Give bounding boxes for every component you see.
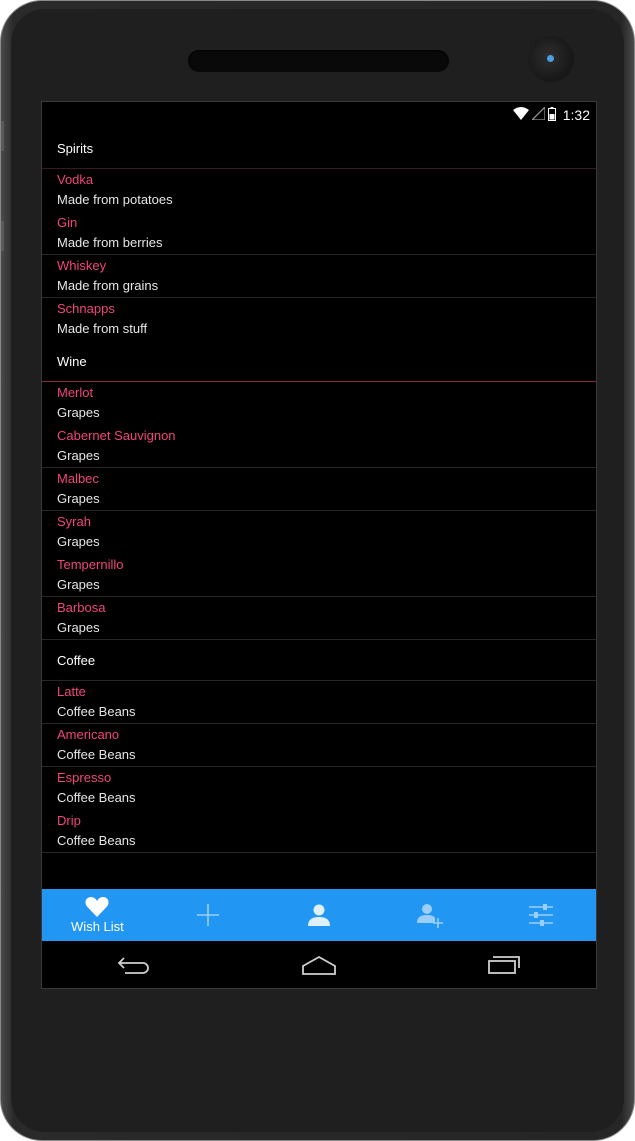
battery-icon (547, 106, 556, 124)
item-title: Malbec (57, 471, 99, 486)
drink-list[interactable]: Spirits Vodka Made from potatoes Gin Mad… (42, 128, 596, 853)
item-desc: Grapes (57, 534, 100, 549)
item-desc: Made from berries (57, 235, 163, 250)
volume-down-button (1, 221, 4, 251)
tab-add[interactable] (153, 889, 264, 941)
tab-profile[interactable] (264, 889, 375, 941)
item-title: Tempernillo (57, 557, 124, 572)
list-item[interactable]: Latte Coffee Beans (42, 681, 596, 724)
item-title: Syrah (57, 514, 91, 529)
item-title: Schnapps (57, 301, 115, 316)
item-title: Cabernet Sauvignon (57, 428, 176, 443)
item-title: Vodka (57, 172, 94, 187)
recents-icon (487, 955, 520, 974)
section-header-spirits: Spirits (42, 128, 596, 169)
item-title: Merlot (57, 385, 94, 400)
item-desc: Made from grains (57, 278, 159, 293)
item-desc: Grapes (57, 577, 100, 592)
status-bar: 1:32 (42, 102, 596, 128)
camera-lens (547, 55, 554, 62)
list-item[interactable]: Barbosa Grapes (42, 597, 596, 640)
item-desc: Coffee Beans (57, 790, 136, 805)
tab-settings[interactable] (485, 889, 596, 941)
status-time: 1:32 (562, 107, 590, 123)
earpiece-speaker (188, 50, 449, 72)
home-button[interactable] (279, 945, 359, 985)
recents-button[interactable] (464, 945, 544, 985)
list-item[interactable]: Drip Coffee Beans (42, 810, 596, 853)
list-item[interactable]: Americano Coffee Beans (42, 724, 596, 767)
item-title: Whiskey (57, 258, 107, 273)
item-title: Espresso (57, 770, 112, 785)
plus-icon (197, 904, 220, 926)
section-header-coffee: Coffee (42, 640, 596, 681)
list-item[interactable]: Malbec Grapes (42, 468, 596, 511)
section-header-wine: Wine (42, 341, 596, 382)
list-item[interactable]: Vodka Made from potatoes (42, 169, 596, 212)
item-desc: Made from potatoes (57, 192, 173, 207)
list-item[interactable]: Cabernet Sauvignon Grapes (42, 425, 596, 468)
list-item[interactable]: Gin Made from berries (42, 212, 596, 255)
back-icon (118, 956, 150, 974)
item-desc: Coffee Beans (57, 704, 136, 719)
item-title: Americano (57, 727, 120, 742)
list-item[interactable]: Merlot Grapes (42, 382, 596, 425)
tab-label: Wish List (71, 919, 124, 934)
item-desc: Coffee Beans (57, 833, 136, 848)
item-title: Latte (57, 684, 86, 699)
item-desc: Grapes (57, 405, 100, 420)
list-item[interactable]: Whiskey Made from grains (42, 255, 596, 298)
volume-up-button (1, 121, 4, 151)
heart-icon (85, 897, 109, 917)
back-button[interactable] (94, 945, 174, 985)
phone-frame: 1:32 Spirits Vodka Made from potatoes Gi… (0, 0, 635, 1141)
screen: 1:32 Spirits Vodka Made from potatoes Gi… (41, 101, 597, 989)
list-item[interactable]: Espresso Coffee Beans (42, 767, 596, 810)
bottom-tab-bar: Wish List (42, 889, 596, 941)
wifi-icon (512, 107, 529, 123)
system-nav-bar (42, 941, 596, 988)
list-item[interactable]: Tempernillo Grapes (42, 554, 596, 597)
list-item[interactable]: Schnapps Made from stuff (42, 298, 596, 341)
add-person-icon (416, 904, 443, 928)
tab-wish-list[interactable]: Wish List (42, 889, 153, 941)
sliders-icon (528, 904, 553, 926)
item-desc: Grapes (57, 448, 100, 463)
item-title: Drip (57, 813, 81, 828)
item-desc: Coffee Beans (57, 747, 136, 762)
item-title: Gin (57, 215, 78, 230)
item-desc: Made from stuff (57, 321, 148, 336)
list-item[interactable]: Syrah Grapes (42, 511, 596, 554)
tab-add-person[interactable] (374, 889, 485, 941)
person-icon (307, 904, 330, 926)
home-icon (302, 955, 336, 975)
item-desc: Grapes (57, 620, 100, 635)
signal-icon (530, 105, 546, 123)
item-desc: Grapes (57, 491, 100, 506)
item-title: Barbosa (57, 600, 106, 615)
